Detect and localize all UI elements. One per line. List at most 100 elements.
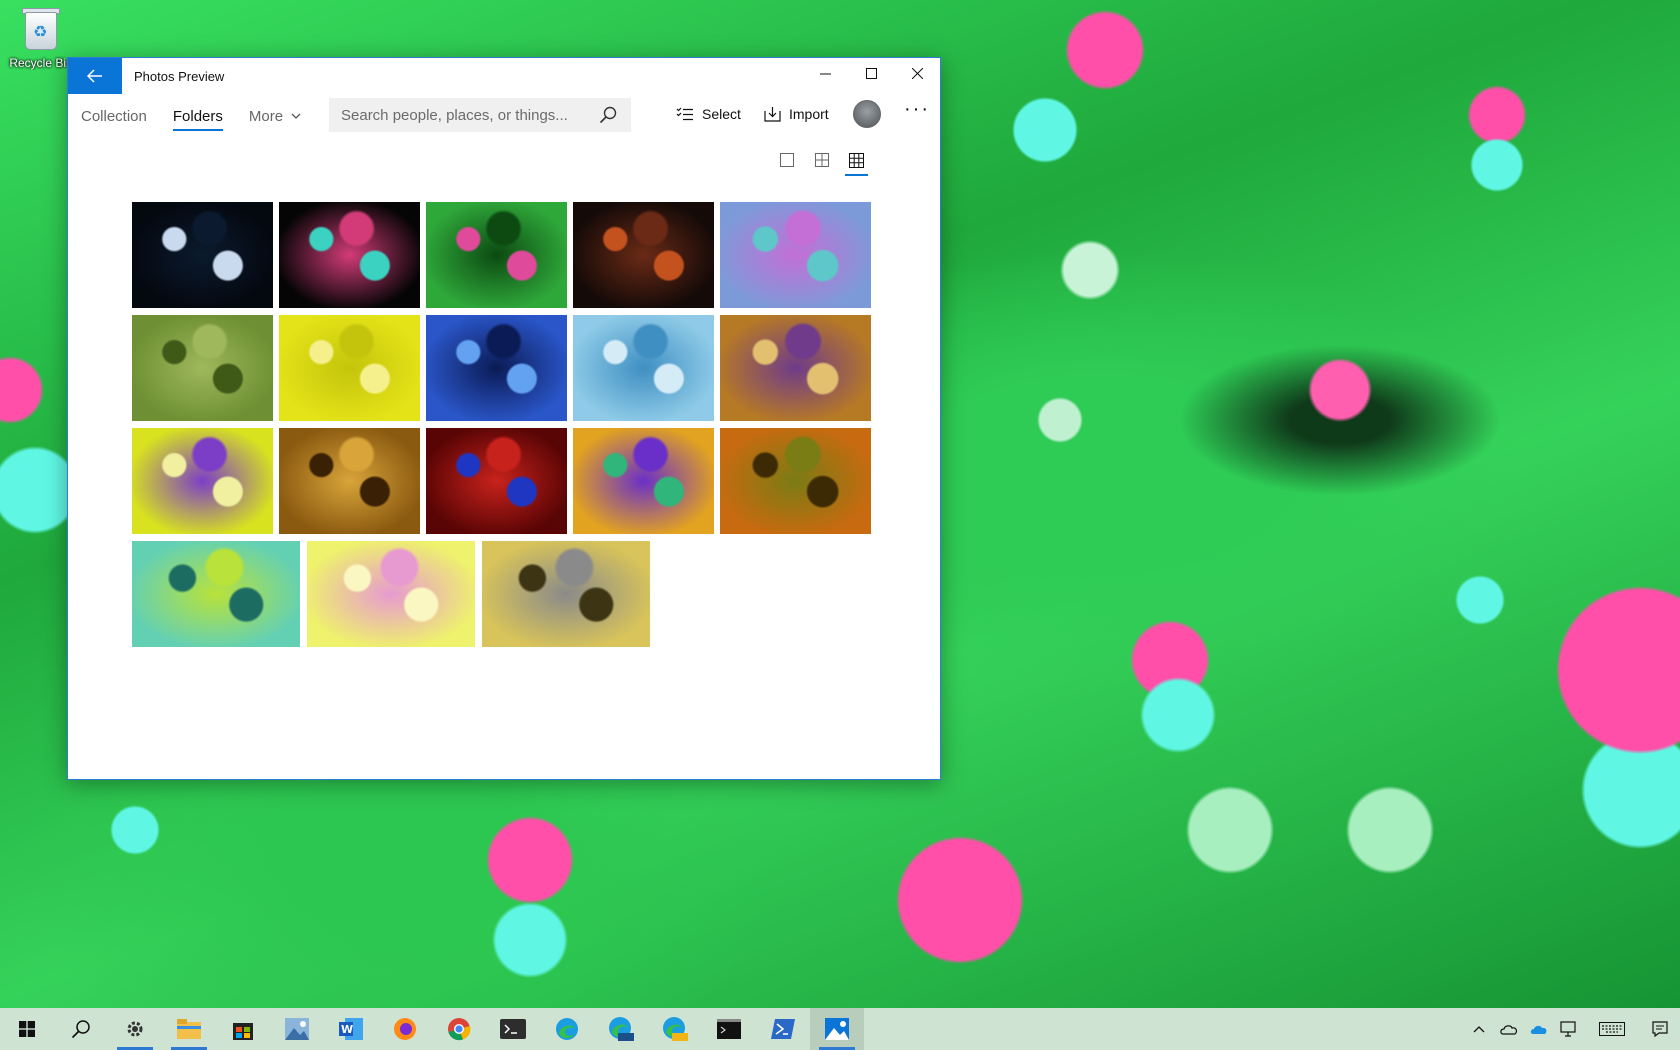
- photo-thumbnail[interactable]: [279, 202, 420, 308]
- multi-select-icon: [676, 107, 693, 121]
- network-tray[interactable]: [1554, 1008, 1584, 1050]
- taskbar-edge[interactable]: [540, 1008, 594, 1050]
- photo-thumbnail[interactable]: [573, 315, 714, 421]
- close-icon: [911, 67, 923, 79]
- photo-thumbnail[interactable]: [482, 541, 650, 647]
- onedrive-tray[interactable]: [1524, 1008, 1554, 1050]
- arrow-left-icon: [87, 69, 102, 83]
- taskbar-settings[interactable]: [108, 1008, 162, 1050]
- photo-thumbnail[interactable]: [573, 428, 714, 534]
- close-button[interactable]: [894, 58, 940, 88]
- edge-beta-icon: [609, 1017, 634, 1041]
- show-hidden-icons-button[interactable]: [1464, 1008, 1494, 1050]
- photo-thumbnail[interactable]: [573, 202, 714, 308]
- maximize-icon: [865, 67, 877, 79]
- toolbar: Collection Folders More Select: [68, 94, 940, 138]
- import-label: Import: [789, 106, 829, 122]
- search-icon[interactable]: [599, 106, 617, 124]
- view-small-button[interactable]: [845, 150, 868, 176]
- taskbar-edge-canary[interactable]: [648, 1008, 702, 1050]
- network-icon: [1560, 1021, 1576, 1037]
- powershell-icon: [771, 1019, 795, 1039]
- svg-text:W: W: [341, 1023, 353, 1036]
- photo-thumbnail[interactable]: [426, 202, 567, 308]
- minimize-button[interactable]: [802, 58, 848, 88]
- taskbar-powershell[interactable]: [756, 1008, 810, 1050]
- more-label: More: [248, 107, 284, 125]
- photo-thumbnail[interactable]: [132, 428, 273, 534]
- view-medium-button[interactable]: [812, 150, 831, 176]
- nine-square-grid-icon: [849, 153, 864, 168]
- keyboard-icon: [1599, 1022, 1625, 1036]
- touch-keyboard-button[interactable]: [1584, 1008, 1640, 1050]
- tab-folders[interactable]: Folders: [172, 102, 223, 131]
- taskbar-store[interactable]: [216, 1008, 270, 1050]
- taskbar-edge-beta[interactable]: [594, 1008, 648, 1050]
- action-center-button[interactable]: [1640, 1008, 1680, 1050]
- terminal-icon: [500, 1019, 526, 1039]
- command-prompt-icon: [717, 1019, 741, 1039]
- select-button[interactable]: Select: [676, 106, 741, 122]
- photo-thumbnail[interactable]: [720, 315, 871, 421]
- recycle-bin-icon: ♻: [21, 6, 61, 52]
- firefox-icon: [394, 1018, 416, 1040]
- four-square-grid-icon: [814, 153, 829, 167]
- system-tray: [1464, 1008, 1680, 1050]
- tab-collection[interactable]: Collection: [81, 102, 147, 131]
- photo-thumbnail[interactable]: [426, 315, 567, 421]
- recycle-bin-shortcut[interactable]: ♻ Recycle Bin: [6, 6, 76, 70]
- view-mode-switch: [777, 150, 868, 176]
- chrome-icon: [448, 1018, 471, 1041]
- recycle-bin-label: Recycle Bin: [9, 56, 73, 70]
- file-explorer-icon: [177, 1019, 201, 1039]
- onedrive-outline-tray[interactable]: [1494, 1008, 1524, 1050]
- minimize-icon: [819, 73, 831, 74]
- search-box: [329, 98, 631, 132]
- photos-image-icon: [285, 1018, 309, 1040]
- notifications-icon: [1652, 1021, 1668, 1037]
- photo-thumbnail[interactable]: [279, 315, 420, 421]
- select-label: Select: [702, 106, 741, 122]
- taskbar: W: [0, 1008, 1680, 1050]
- import-button[interactable]: Import: [764, 106, 829, 122]
- taskbar-file-explorer[interactable]: [162, 1008, 216, 1050]
- chevron-up-icon: [1473, 1026, 1485, 1033]
- settings-gear-icon: [127, 1021, 143, 1037]
- more-options-icon[interactable]: ···: [904, 98, 930, 121]
- caption-buttons: [802, 58, 940, 88]
- photo-thumbnail[interactable]: [132, 202, 273, 308]
- search-icon: [71, 1020, 90, 1039]
- photo-thumbnail[interactable]: [720, 202, 871, 308]
- photo-thumbnail[interactable]: [132, 541, 300, 647]
- word-icon: W: [339, 1018, 363, 1040]
- taskbar-search-button[interactable]: [54, 1008, 108, 1050]
- photo-thumbnail[interactable]: [720, 428, 871, 534]
- photos-app-icon: [825, 1018, 849, 1040]
- import-icon: [764, 107, 781, 122]
- back-button[interactable]: [68, 58, 122, 94]
- store-icon: [233, 1023, 253, 1040]
- app-title: Photos Preview: [134, 68, 225, 84]
- title-bar: Photos Preview: [68, 58, 940, 94]
- search-input[interactable]: [341, 106, 591, 124]
- chevron-down-icon: [291, 113, 301, 119]
- taskbar-command-prompt[interactable]: [702, 1008, 756, 1050]
- taskbar-word[interactable]: W: [324, 1008, 378, 1050]
- taskbar-firefox[interactable]: [378, 1008, 432, 1050]
- taskbar-chrome[interactable]: [432, 1008, 486, 1050]
- maximize-button[interactable]: [848, 58, 894, 88]
- photo-thumbnail[interactable]: [307, 541, 475, 647]
- windows-start-icon: [19, 1021, 35, 1037]
- more-menu[interactable]: More: [249, 102, 301, 131]
- taskbar-terminal[interactable]: [486, 1008, 540, 1050]
- taskbar-photos-app[interactable]: [810, 1008, 864, 1050]
- avatar[interactable]: [853, 100, 881, 128]
- onedrive-outline-icon: [1500, 1024, 1518, 1035]
- start-button[interactable]: [0, 1008, 54, 1050]
- taskbar-photos-pinned[interactable]: [270, 1008, 324, 1050]
- edge-icon: [556, 1018, 578, 1040]
- view-large-button[interactable]: [777, 150, 796, 176]
- photo-thumbnail[interactable]: [426, 428, 567, 534]
- photo-thumbnail[interactable]: [132, 315, 273, 421]
- photo-thumbnail[interactable]: [279, 428, 420, 534]
